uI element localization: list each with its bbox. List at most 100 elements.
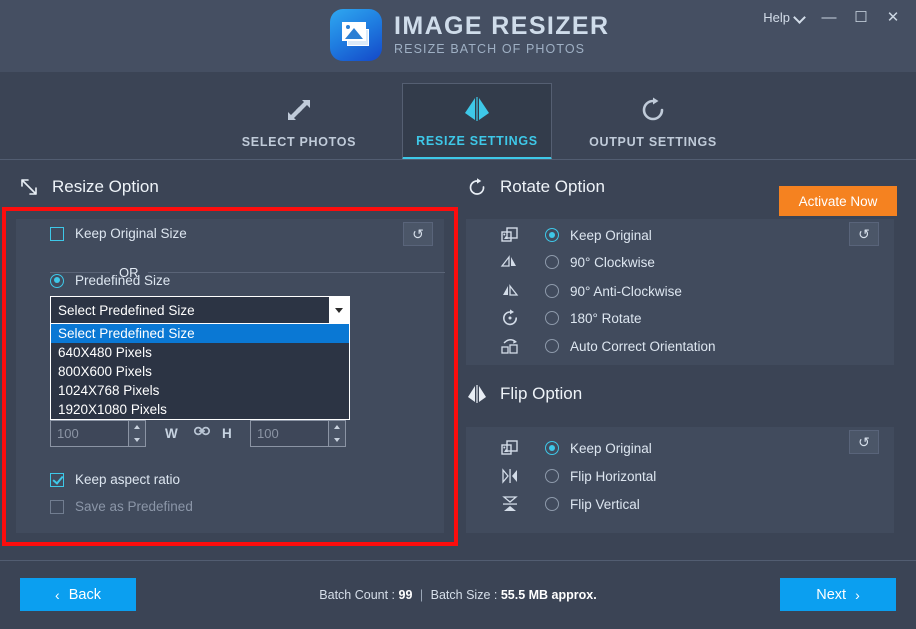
radio-label: 90° Anti-Clockwise [570,283,682,299]
radio-button [545,339,559,353]
rotate-option-180[interactable]: 180° Rotate [497,307,641,329]
predefined-size-combobox[interactable]: Select Predefined Size [50,296,350,324]
combobox-value: Select Predefined Size [58,302,195,318]
keep-original-icon [497,224,523,246]
predefined-size-dropdown-list[interactable]: Select Predefined Size 640X480 Pixels 80… [50,324,350,420]
rotate-clockwise-icon [639,95,667,125]
save-as-predefined-checkbox[interactable]: Save as Predefined [50,499,193,514]
section-title: Rotate Option [500,177,605,196]
checkbox-box [50,499,64,514]
width-stepper[interactable] [128,421,145,446]
section-title: Resize Option [52,177,159,196]
flip-horizontal-icon [497,465,523,487]
app-title: IMAGE RESIZER [394,12,610,40]
flip-horizontal-icon [462,94,492,124]
divider-right [147,272,445,273]
stepper-down-icon[interactable] [329,433,345,446]
rotate-reset-button[interactable]: ↺ [849,222,879,246]
height-input[interactable]: 100 [250,420,346,447]
dropdown-option[interactable]: 800X600 Pixels [51,362,349,381]
footer-divider [0,560,916,561]
tab-label: SELECT PHOTOS [241,134,357,149]
radio-button [545,311,559,325]
radio-label: Flip Horizontal [570,468,657,484]
radio-button [545,497,559,511]
tab-bar: SELECT PHOTOS RESIZE SETTINGS OUTPUT SET… [0,72,916,216]
batch-info: Batch Count : 99 | Batch Size : 55.5 MB … [0,588,916,602]
height-stepper[interactable] [328,421,345,446]
chain-link-icon[interactable] [193,425,211,440]
resize-diagonal-arrows-icon [285,95,313,125]
app-logo-icon [330,9,382,61]
dropdown-option[interactable]: 1024X768 Pixels [51,381,349,400]
dropdown-option[interactable]: Select Predefined Size [51,324,349,343]
flip-option-header: Flip Option [466,383,582,405]
auto-orientation-icon [497,335,523,357]
flip-horizontal-icon [466,383,488,405]
rotate-option-90-clockwise[interactable]: 90° Clockwise [497,251,655,273]
flip-option-horizontal[interactable]: Flip Horizontal [497,465,656,487]
predefined-size-radio[interactable]: Predefined Size [50,273,170,288]
image-resizer-window: IMAGE RESIZER RESIZE BATCH OF PHOTOS Hel… [0,0,916,629]
keep-aspect-ratio-checkbox[interactable]: Keep aspect ratio [50,472,180,487]
resize-diagonal-arrows-icon [18,176,40,198]
radio-button [545,284,559,298]
help-menu-button[interactable]: Help [755,6,812,29]
radio-label: Keep Original [570,440,652,456]
radio-label: 180° Rotate [570,310,642,326]
resize-option-header: Resize Option [18,176,159,198]
radio-button [50,273,64,288]
section-title: Flip Option [500,384,583,403]
flip-reset-button[interactable]: ↺ [849,430,879,454]
radio-label: 90° Clockwise [570,254,655,270]
rotate-option-auto-correct[interactable]: Auto Correct Orientation [497,335,716,357]
width-value: 100 [57,426,79,441]
radio-label: Keep Original [570,227,652,243]
tab-output-settings[interactable]: OUTPUT SETTINGS [578,83,728,160]
tab-select-photos[interactable]: SELECT PHOTOS [224,83,374,160]
rotate-option-90-anticlockwise[interactable]: 90° Anti-Clockwise [497,280,682,302]
app-subtitle: RESIZE BATCH OF PHOTOS [394,42,586,56]
keep-original-size-checkbox[interactable]: Keep Original Size [50,226,187,241]
next-label: Next [816,586,847,603]
stepper-up-icon[interactable] [329,421,345,434]
checkbox-label: Keep Original Size [75,226,187,241]
tab-resize-settings[interactable]: RESIZE SETTINGS [402,83,552,160]
dropdown-option[interactable]: 640X480 Pixels [51,343,349,362]
height-value: 100 [257,426,279,441]
flip-option-vertical[interactable]: Flip Vertical [497,493,640,515]
width-label: W [165,426,178,441]
stepper-down-icon[interactable] [129,433,145,446]
keep-original-icon [497,437,523,459]
stepper-up-icon[interactable] [129,421,145,434]
width-input[interactable]: 100 [50,420,146,447]
radio-label: Predefined Size [75,273,171,288]
batch-size-value: 55.5 MB approx. [500,588,597,602]
radio-button [545,469,559,483]
radio-label: Auto Correct Orientation [570,338,716,354]
rotate-option-keep-original[interactable]: Keep Original [497,224,652,246]
maximize-button[interactable]: ☐ [846,4,876,30]
rotate-clockwise-icon [466,176,488,198]
batch-count-label: Batch Count : [319,588,396,602]
activate-now-button[interactable]: Activate Now [779,186,897,216]
height-label: H [222,426,232,441]
tab-label: RESIZE SETTINGS [416,133,538,148]
dropdown-option[interactable]: 1920X1080 Pixels [51,400,349,419]
flip-option-keep-original[interactable]: Keep Original [497,437,652,459]
resize-reset-button[interactable]: ↺ [403,222,433,246]
tab-label: OUTPUT SETTINGS [589,134,717,149]
close-button[interactable]: ✕ [878,4,908,30]
radio-button [545,228,559,242]
minimize-button[interactable]: — [814,4,844,30]
flip-vertical-icon [497,493,523,515]
rotate-180-icon [497,307,523,329]
help-label: Help [763,9,790,25]
checkbox-label: Save as Predefined [75,499,193,514]
chevron-down-icon[interactable] [329,297,349,323]
checkbox-box [50,472,64,487]
batch-count-value: 99 [398,588,413,602]
next-button[interactable]: Next › [780,578,896,611]
rotate-option-header: Rotate Option [466,176,605,198]
app-branding: IMAGE RESIZER RESIZE BATCH OF PHOTOS [330,9,609,61]
